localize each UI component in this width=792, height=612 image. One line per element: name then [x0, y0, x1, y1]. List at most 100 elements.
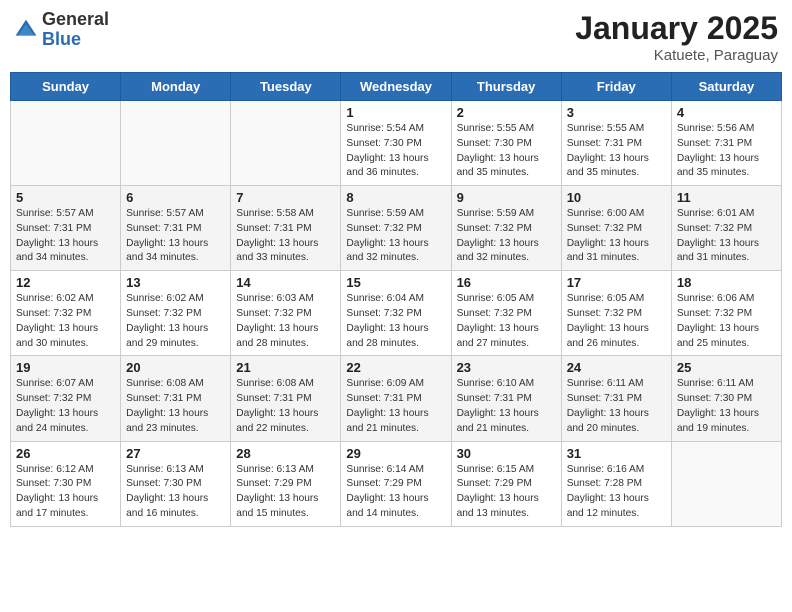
calendar-cell: 3 Sunrise: 5:55 AM Sunset: 7:31 PM Daylig… — [561, 101, 671, 186]
calendar-cell: 19 Sunrise: 6:07 AM Sunset: 7:32 PM Dayli… — [11, 356, 121, 441]
calendar-cell: 31 Sunrise: 6:16 AM Sunset: 7:28 PM Dayli… — [561, 441, 671, 526]
day-number: 21 — [236, 360, 335, 375]
day-number: 2 — [457, 105, 556, 120]
day-info: Sunrise: 5:55 AM Sunset: 7:30 PM Dayligh… — [457, 122, 556, 181]
day-info: Sunrise: 6:14 AM Sunset: 7:29 PM Dayligh… — [346, 463, 445, 522]
calendar-cell — [231, 101, 341, 186]
calendar-cell: 22 Sunrise: 6:09 AM Sunset: 7:31 PM Dayli… — [341, 356, 451, 441]
calendar-cell: 27 Sunrise: 6:13 AM Sunset: 7:30 PM Dayli… — [121, 441, 231, 526]
calendar-cell: 8Sunrise: 5:59 AM Sunset: 7:32 PM Daylig… — [341, 186, 451, 271]
day-number: 25 — [677, 360, 776, 375]
weekday-header-saturday: Saturday — [671, 73, 781, 101]
day-number: 19 — [16, 360, 115, 375]
calendar-cell: 30 Sunrise: 6:15 AM Sunset: 7:29 PM Dayli… — [451, 441, 561, 526]
day-number: 8 — [346, 190, 445, 205]
day-number: 20 — [126, 360, 225, 375]
day-info: Sunrise: 6:07 AM Sunset: 7:32 PM Dayligh… — [16, 377, 115, 436]
calendar-cell: 16 Sunrise: 6:05 AM Sunset: 7:32 PM Dayli… — [451, 271, 561, 356]
day-number: 31 — [567, 446, 666, 461]
day-info: Sunrise: 6:05 AM Sunset: 7:32 PM Dayligh… — [457, 292, 556, 351]
weekday-header-friday: Friday — [561, 73, 671, 101]
calendar-cell: 26 Sunrise: 6:12 AM Sunset: 7:30 PM Dayli… — [11, 441, 121, 526]
day-info: Sunrise: 6:11 AM Sunset: 7:30 PM Dayligh… — [677, 377, 776, 436]
day-info: Sunrise: 6:09 AM Sunset: 7:31 PM Dayligh… — [346, 377, 445, 436]
day-number: 3 — [567, 105, 666, 120]
day-info: Sunrise: 6:13 AM Sunset: 7:29 PM Dayligh… — [236, 463, 335, 522]
day-info: Sunrise: 5:57 AM Sunset: 7:31 PM Dayligh… — [16, 207, 115, 266]
weekday-header-monday: Monday — [121, 73, 231, 101]
calendar-cell: 10 Sunrise: 6:00 AM Sunset: 7:32 PM Dayli… — [561, 186, 671, 271]
logo: General Blue — [14, 10, 109, 50]
day-number: 4 — [677, 105, 776, 120]
day-info: Sunrise: 6:08 AM Sunset: 7:31 PM Dayligh… — [126, 377, 225, 436]
day-info: Sunrise: 5:56 AM Sunset: 7:31 PM Dayligh… — [677, 122, 776, 181]
calendar-cell: 4 Sunrise: 5:56 AM Sunset: 7:31 PM Daylig… — [671, 101, 781, 186]
day-info: Sunrise: 6:16 AM Sunset: 7:28 PM Dayligh… — [567, 463, 666, 522]
calendar-cell: 28 Sunrise: 6:13 AM Sunset: 7:29 PM Dayli… — [231, 441, 341, 526]
calendar-subtitle: Katuete, Paraguay — [575, 47, 778, 64]
day-number: 26 — [16, 446, 115, 461]
day-number: 11 — [677, 190, 776, 205]
calendar-cell: 18Sunrise: 6:06 AM Sunset: 7:32 PM Dayli… — [671, 271, 781, 356]
day-info: Sunrise: 6:01 AM Sunset: 7:32 PM Dayligh… — [677, 207, 776, 266]
calendar-cell: 14 Sunrise: 6:03 AM Sunset: 7:32 PM Dayli… — [231, 271, 341, 356]
title-block: January 2025 Katuete, Paraguay — [575, 10, 778, 64]
logo-icon — [14, 18, 38, 42]
day-number: 12 — [16, 275, 115, 290]
day-number: 16 — [457, 275, 556, 290]
weekday-header-sunday: Sunday — [11, 73, 121, 101]
calendar-cell: 7Sunrise: 5:58 AM Sunset: 7:31 PM Daylig… — [231, 186, 341, 271]
day-number: 9 — [457, 190, 556, 205]
day-info: Sunrise: 6:12 AM Sunset: 7:30 PM Dayligh… — [16, 463, 115, 522]
calendar-cell — [671, 441, 781, 526]
day-info: Sunrise: 6:00 AM Sunset: 7:32 PM Dayligh… — [567, 207, 666, 266]
day-number: 30 — [457, 446, 556, 461]
calendar-cell: 21 Sunrise: 6:08 AM Sunset: 7:31 PM Dayli… — [231, 356, 341, 441]
calendar-cell: 5 Sunrise: 5:57 AM Sunset: 7:31 PM Daylig… — [11, 186, 121, 271]
logo-blue-text: Blue — [42, 30, 109, 50]
calendar-cell: 6 Sunrise: 5:57 AM Sunset: 7:31 PM Daylig… — [121, 186, 231, 271]
day-number: 28 — [236, 446, 335, 461]
day-info: Sunrise: 6:03 AM Sunset: 7:32 PM Dayligh… — [236, 292, 335, 351]
logo-general-text: General — [42, 10, 109, 30]
calendar-body: 1 Sunrise: 5:54 AM Sunset: 7:30 PM Daylig… — [11, 101, 782, 527]
day-number: 10 — [567, 190, 666, 205]
day-info: Sunrise: 6:06 AM Sunset: 7:32 PM Dayligh… — [677, 292, 776, 351]
calendar-cell: 11 Sunrise: 6:01 AM Sunset: 7:32 PM Dayli… — [671, 186, 781, 271]
day-number: 13 — [126, 275, 225, 290]
calendar-cell — [11, 101, 121, 186]
calendar-header: SundayMondayTuesdayWednesdayThursdayFrid… — [11, 73, 782, 101]
day-number: 29 — [346, 446, 445, 461]
weekday-header-tuesday: Tuesday — [231, 73, 341, 101]
day-info: Sunrise: 6:15 AM Sunset: 7:29 PM Dayligh… — [457, 463, 556, 522]
day-info: Sunrise: 6:11 AM Sunset: 7:31 PM Dayligh… — [567, 377, 666, 436]
calendar-cell: 29 Sunrise: 6:14 AM Sunset: 7:29 PM Dayli… — [341, 441, 451, 526]
day-number: 24 — [567, 360, 666, 375]
day-number: 27 — [126, 446, 225, 461]
calendar-cell: 23Sunrise: 6:10 AM Sunset: 7:31 PM Dayli… — [451, 356, 561, 441]
calendar-title: January 2025 — [575, 10, 778, 47]
day-info: Sunrise: 5:55 AM Sunset: 7:31 PM Dayligh… — [567, 122, 666, 181]
day-info: Sunrise: 6:02 AM Sunset: 7:32 PM Dayligh… — [126, 292, 225, 351]
day-number: 15 — [346, 275, 445, 290]
day-info: Sunrise: 5:54 AM Sunset: 7:30 PM Dayligh… — [346, 122, 445, 181]
day-number: 6 — [126, 190, 225, 205]
day-info: Sunrise: 6:05 AM Sunset: 7:32 PM Dayligh… — [567, 292, 666, 351]
day-info: Sunrise: 6:13 AM Sunset: 7:30 PM Dayligh… — [126, 463, 225, 522]
day-info: Sunrise: 5:59 AM Sunset: 7:32 PM Dayligh… — [457, 207, 556, 266]
day-number: 5 — [16, 190, 115, 205]
day-info: Sunrise: 6:08 AM Sunset: 7:31 PM Dayligh… — [236, 377, 335, 436]
weekday-header-thursday: Thursday — [451, 73, 561, 101]
calendar-table: SundayMondayTuesdayWednesdayThursdayFrid… — [10, 72, 782, 527]
day-number: 22 — [346, 360, 445, 375]
day-number: 1 — [346, 105, 445, 120]
calendar-week-row: 26 Sunrise: 6:12 AM Sunset: 7:30 PM Dayli… — [11, 441, 782, 526]
day-info: Sunrise: 6:04 AM Sunset: 7:32 PM Dayligh… — [346, 292, 445, 351]
weekday-header-wednesday: Wednesday — [341, 73, 451, 101]
day-info: Sunrise: 5:57 AM Sunset: 7:31 PM Dayligh… — [126, 207, 225, 266]
calendar-cell — [121, 101, 231, 186]
day-number: 14 — [236, 275, 335, 290]
day-number: 23 — [457, 360, 556, 375]
calendar-cell: 15 Sunrise: 6:04 AM Sunset: 7:32 PM Dayli… — [341, 271, 451, 356]
calendar-cell: 13 Sunrise: 6:02 AM Sunset: 7:32 PM Dayli… — [121, 271, 231, 356]
